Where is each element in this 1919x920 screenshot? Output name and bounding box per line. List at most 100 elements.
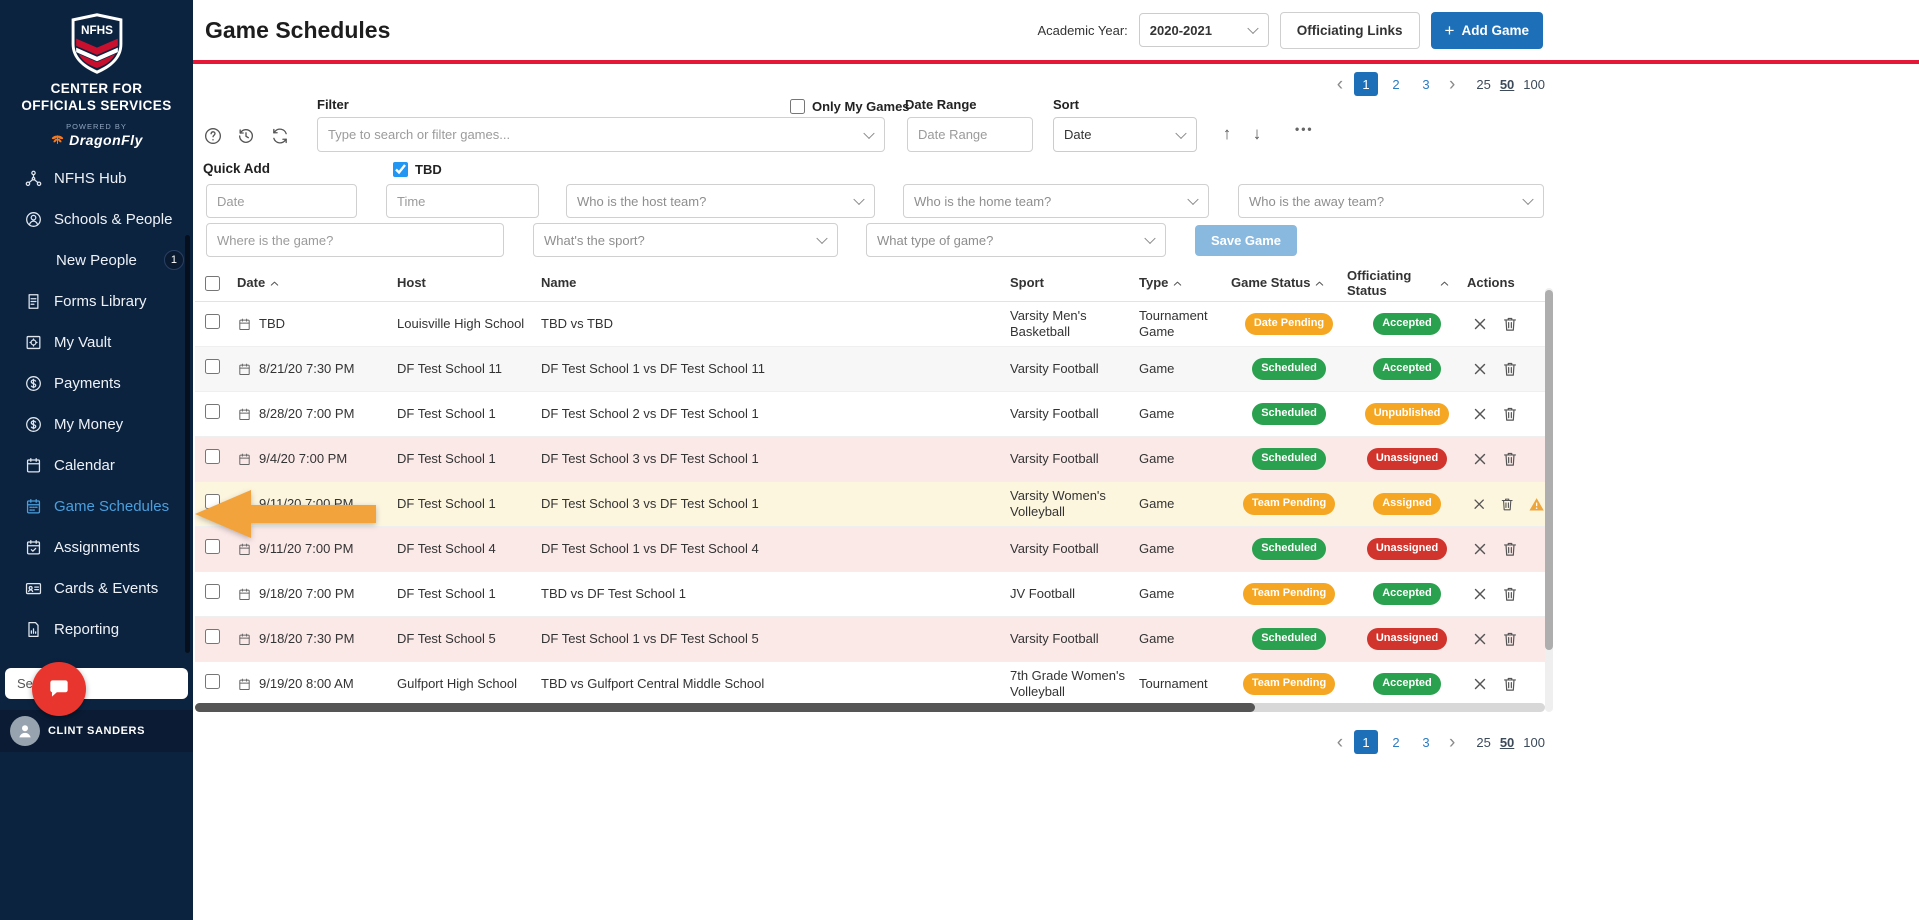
sidebar-item-my-money[interactable]: My Money (0, 404, 193, 445)
game-row[interactable]: 9/18/20 7:00 PM DF Test School 1 TBD vs DF… (195, 572, 1545, 617)
select-all-checkbox[interactable] (205, 276, 220, 291)
delete-game-button[interactable] (1501, 675, 1519, 693)
sort-descending-button[interactable]: ↓ (1245, 122, 1269, 146)
sport-select[interactable]: What's the sport? (533, 223, 838, 257)
next-page-button[interactable]: › (1444, 75, 1460, 94)
sidebar-item-calendar[interactable]: Calendar (0, 445, 193, 486)
cancel-game-button[interactable] (1471, 585, 1489, 603)
search-input[interactable] (318, 118, 884, 151)
game-row[interactable]: TBD Louisville High School TBD vs TBD Varsi… (195, 302, 1545, 347)
cancel-game-button[interactable] (1471, 675, 1489, 693)
page-size-50[interactable]: 50 (1500, 77, 1514, 92)
sidebar-scrollbar-thumb[interactable] (185, 235, 190, 653)
delete-game-button[interactable] (1499, 495, 1515, 513)
cancel-game-button[interactable] (1471, 360, 1489, 378)
prev-page-button[interactable]: ‹ (1332, 75, 1348, 94)
home-team-select[interactable]: Who is the home team? (903, 184, 1209, 218)
sort-caret-icon (1172, 278, 1183, 289)
add-game-button[interactable]: + Add Game (1430, 11, 1543, 49)
page-size-50[interactable]: 50 (1500, 735, 1514, 750)
row-checkbox[interactable] (205, 359, 220, 375)
cancel-game-button[interactable] (1471, 540, 1489, 558)
row-checkbox[interactable] (205, 584, 220, 600)
sidebar-item-schools-people[interactable]: Schools & People (0, 199, 193, 240)
sidebar-item-forms-library[interactable]: Forms Library (0, 281, 193, 322)
host-team-select[interactable]: Who is the host team? (566, 184, 875, 218)
sidebar: NFHS CENTER FOR OFFICIALS SERVICES Power… (0, 0, 193, 920)
tbd-toggle[interactable]: TBD (393, 162, 442, 177)
help-button[interactable] (200, 123, 226, 149)
page-button-2[interactable]: 2 (1384, 72, 1408, 96)
column-header-gs[interactable]: Game Status (1231, 275, 1347, 291)
game-row[interactable]: 9/4/20 7:00 PM DF Test School 1 DF Test Sc… (195, 437, 1545, 482)
officiating-links-button[interactable]: Officiating Links (1279, 11, 1420, 49)
sidebar-item-game-schedules[interactable]: Game Schedules (0, 486, 193, 527)
column-header-date[interactable]: Date (237, 275, 397, 291)
column-header-os[interactable]: Officiating Status (1347, 268, 1467, 299)
game-location-input[interactable] (206, 223, 504, 257)
column-header-type[interactable]: Type (1139, 275, 1231, 291)
page-size-25[interactable]: 25 (1476, 735, 1490, 750)
page-size-100[interactable]: 100 (1523, 77, 1545, 92)
game-row[interactable]: 9/11/20 7:00 PM DF Test School 4 DF Test S… (195, 527, 1545, 572)
game-row[interactable]: 9/11/20 7:00 PM DF Test School 1 DF Test S… (195, 482, 1545, 527)
sidebar-item-nfhs-hub[interactable]: NFHS Hub (0, 158, 193, 199)
save-game-button[interactable]: Save Game (1195, 225, 1297, 256)
sidebar-item-reporting[interactable]: Reporting (0, 609, 193, 650)
cancel-game-button[interactable] (1471, 315, 1489, 333)
chat-bubble-button[interactable] (32, 662, 86, 716)
page-button-3[interactable]: 3 (1414, 72, 1438, 96)
sort-select[interactable]: Date (1053, 117, 1197, 152)
game-type-select[interactable]: What type of game? (866, 223, 1166, 257)
sidebar-item-my-vault[interactable]: My Vault (0, 322, 193, 363)
game-row[interactable]: 8/21/20 7:30 PM DF Test School 11 DF Test … (195, 347, 1545, 392)
delete-game-button[interactable] (1501, 450, 1519, 468)
page-button-1[interactable]: 1 (1354, 72, 1379, 96)
sidebar-item-assignments[interactable]: Assignments (0, 527, 193, 568)
refresh-button[interactable] (267, 123, 293, 149)
quick-add-time-input[interactable] (386, 184, 539, 218)
tbd-checkbox[interactable] (393, 162, 408, 177)
delete-game-button[interactable] (1501, 360, 1519, 378)
cancel-game-button[interactable] (1471, 450, 1489, 468)
game-row[interactable]: 9/19/20 8:00 AM Gulfport High School TBD v… (195, 662, 1545, 707)
sidebar-item-payments[interactable]: Payments (0, 363, 193, 404)
page-button-2[interactable]: 2 (1384, 730, 1408, 754)
game-name: DF Test School 3 vs DF Test School 1 (541, 495, 759, 511)
cancel-game-button[interactable] (1471, 630, 1489, 648)
page-button-1[interactable]: 1 (1354, 730, 1379, 754)
row-checkbox[interactable] (205, 674, 220, 690)
sidebar-item-new-people[interactable]: New People 1 (0, 240, 193, 281)
sort-ascending-button[interactable]: ↑ (1215, 122, 1239, 146)
row-checkbox[interactable] (205, 629, 220, 645)
next-page-button[interactable]: › (1444, 733, 1460, 752)
vertical-scrollbar-thumb[interactable] (1545, 290, 1553, 650)
horizontal-scrollbar-thumb[interactable] (195, 703, 1255, 712)
only-my-games[interactable]: Only My Games (790, 99, 910, 114)
away-team-select[interactable]: Who is the away team? (1238, 184, 1544, 218)
date-range-input[interactable] (907, 117, 1033, 152)
academic-year-select[interactable]: 2020-2021 (1138, 13, 1269, 47)
delete-game-button[interactable] (1501, 315, 1519, 333)
more-options-button[interactable]: ••• (1289, 121, 1320, 137)
delete-game-button[interactable] (1501, 585, 1519, 603)
row-checkbox[interactable] (205, 404, 220, 420)
delete-game-button[interactable] (1501, 630, 1519, 648)
only-my-games-checkbox[interactable] (790, 99, 805, 114)
cancel-game-button[interactable] (1471, 405, 1489, 423)
history-button[interactable] (233, 123, 259, 149)
delete-game-button[interactable] (1501, 405, 1519, 423)
user-row[interactable]: CLINT SANDERS (0, 710, 193, 752)
delete-game-button[interactable] (1501, 540, 1519, 558)
quick-add-date-input[interactable] (206, 184, 357, 218)
game-row[interactable]: 9/18/20 7:30 PM DF Test School 5 DF Test S… (195, 617, 1545, 662)
prev-page-button[interactable]: ‹ (1332, 733, 1348, 752)
page-size-25[interactable]: 25 (1476, 77, 1490, 92)
game-row[interactable]: 8/28/20 7:00 PM DF Test School 1 DF Test S… (195, 392, 1545, 437)
row-checkbox[interactable] (205, 449, 220, 465)
sidebar-item-cards-events[interactable]: Cards & Events (0, 568, 193, 609)
page-size-100[interactable]: 100 (1523, 735, 1545, 750)
page-button-3[interactable]: 3 (1414, 730, 1438, 754)
cancel-game-button[interactable] (1471, 495, 1487, 513)
row-checkbox[interactable] (205, 314, 220, 330)
